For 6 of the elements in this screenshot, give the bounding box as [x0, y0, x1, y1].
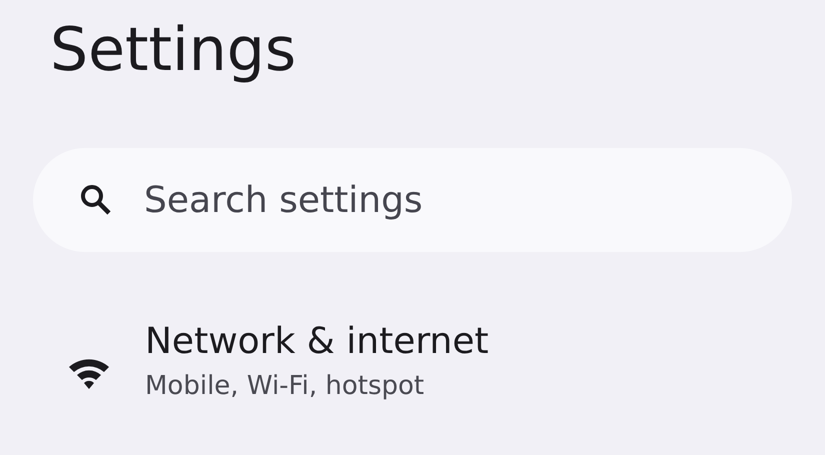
page-title: Settings	[49, 14, 298, 87]
item-subtitle: Mobile, Wi-Fi, hotspot	[145, 370, 426, 403]
search-input[interactable]: Search settings	[142, 178, 792, 222]
search-icon	[80, 184, 112, 216]
item-title[interactable]: Network & internet	[145, 320, 489, 364]
search-field[interactable]: Search settings	[33, 148, 792, 252]
